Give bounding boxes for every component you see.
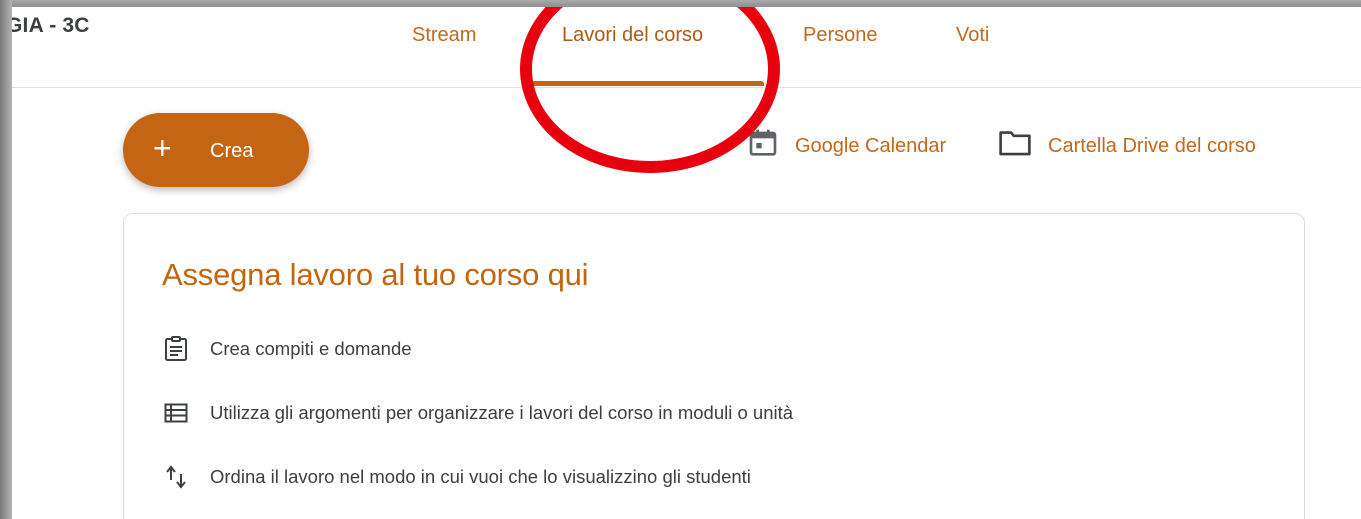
classroom-window: GIA - 3C Stream Lavori del corso Persone… — [12, 7, 1361, 519]
drive-folder-label: Cartella Drive del corso — [1048, 134, 1256, 157]
class-title: GIA - 3C — [12, 14, 90, 37]
assignment-icon — [164, 336, 188, 361]
create-button[interactable]: + Crea — [123, 113, 309, 187]
calendar-icon — [747, 127, 795, 165]
list-item-text: Crea compiti e domande — [210, 338, 412, 359]
active-tab-indicator — [524, 81, 764, 86]
tab-people[interactable]: Persone — [795, 24, 886, 88]
window-top-strip — [0, 0, 1361, 7]
card-title: Assegna lavoro al tuo corso qui — [162, 257, 589, 292]
list-item: Ordina il lavoro nel modo in cui vuoi ch… — [164, 462, 751, 492]
window-left-frame — [0, 0, 12, 519]
folder-icon — [998, 128, 1048, 164]
tab-stream[interactable]: Stream — [404, 24, 484, 88]
list-item-text: Utilizza gli argomenti per organizzare i… — [210, 402, 794, 423]
google-calendar-link[interactable]: Google Calendar — [747, 129, 947, 161]
google-calendar-label: Google Calendar — [795, 134, 947, 157]
create-button-label: Crea — [210, 140, 254, 162]
reorder-arrows-icon — [164, 465, 188, 489]
plus-icon: + — [153, 130, 172, 166]
tab-classwork[interactable]: Lavori del corso — [554, 24, 711, 88]
empty-classwork-card: Assegna lavoro al tuo corso qui Crea com… — [123, 213, 1305, 519]
top-header: GIA - 3C Stream Lavori del corso Persone… — [12, 7, 1361, 88]
topic-list-icon — [164, 401, 188, 425]
tab-grades[interactable]: Voti — [948, 24, 997, 88]
list-item-text: Ordina il lavoro nel modo in cui vuoi ch… — [210, 466, 751, 487]
drive-folder-link[interactable]: Cartella Drive del corso — [998, 131, 1256, 161]
list-item: Utilizza gli argomenti per organizzare i… — [164, 398, 793, 428]
list-item: Crea compiti e domande — [164, 334, 412, 364]
